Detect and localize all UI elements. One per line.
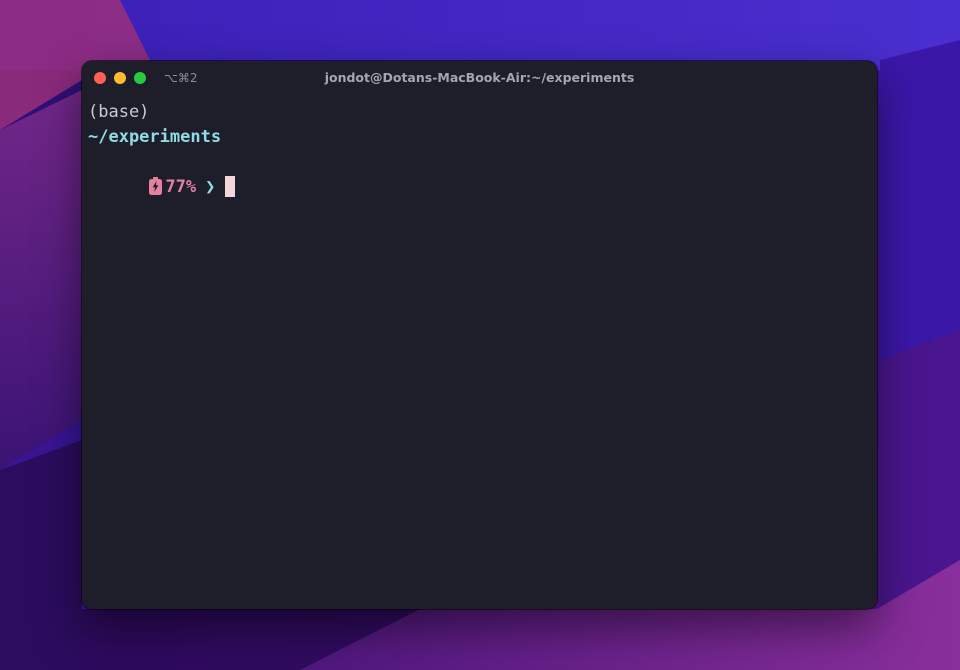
battery-charging-icon (149, 177, 163, 195)
terminal-window[interactable]: ⌥⌘2 jondot@Dotans-MacBook-Air:~/experime… (82, 61, 877, 609)
terminal-content[interactable]: (base) ~/experiments 77% ❯ (88, 100, 236, 197)
prompt-line[interactable]: 77% ❯ (88, 150, 236, 197)
battery-percent: 77% (165, 177, 197, 197)
text-cursor[interactable] (225, 176, 236, 197)
cwd-line: ~/experiments (88, 127, 222, 147)
title-bar[interactable]: ⌥⌘2 jondot@Dotans-MacBook-Air:~/experime… (82, 61, 877, 95)
conda-env-line: (base) (88, 102, 150, 122)
prompt-arrow: ❯ (205, 177, 216, 197)
window-title: jondot@Dotans-MacBook-Air:~/experiments (324, 70, 635, 85)
